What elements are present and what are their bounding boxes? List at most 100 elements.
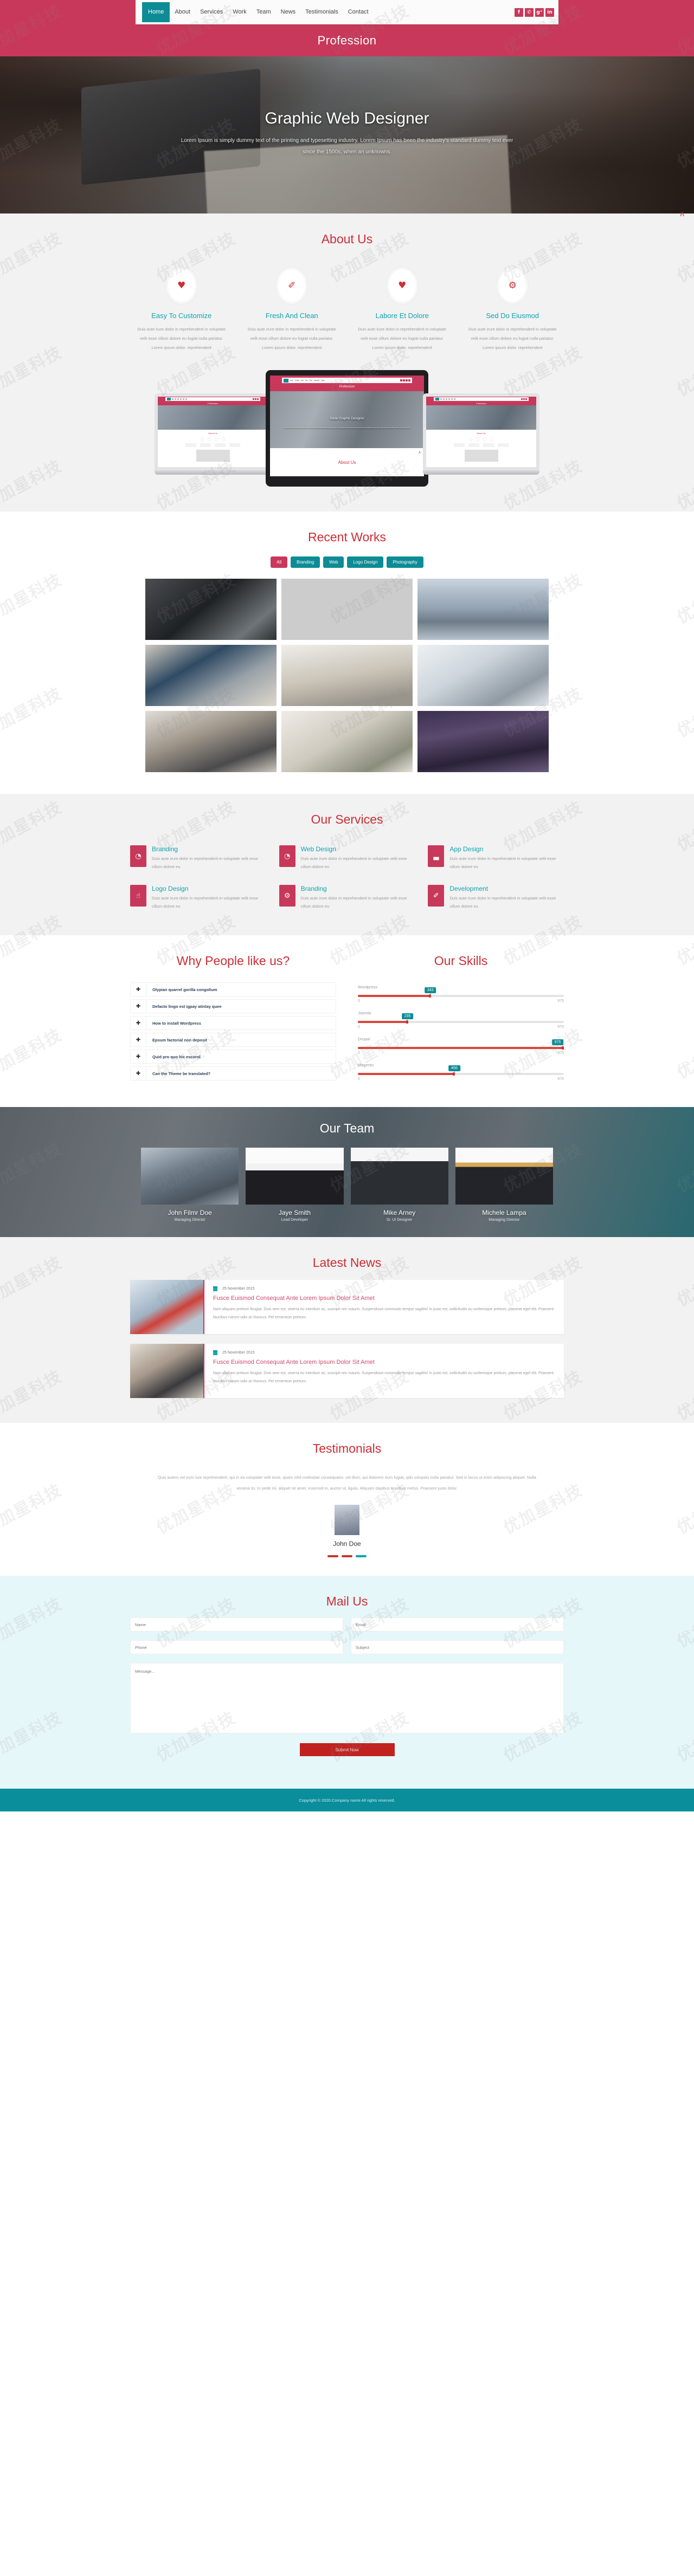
faq-label: Epsum factorial non deposit [146, 1033, 336, 1046]
submit-button[interactable]: Submit Now [299, 1743, 395, 1756]
faq-item[interactable]: ✚ Olypian quarrel gorilla congolium [130, 982, 336, 996]
filter-branding[interactable]: Branding [291, 556, 320, 568]
nav-item-news[interactable]: News [276, 0, 301, 24]
clock-icon: ◔ [279, 845, 295, 867]
news-post[interactable]: 25 November 2015 Fusce Euismod Consequat… [130, 1280, 564, 1334]
recent-works-section: Recent Works All Branding Web Logo Desig… [0, 512, 694, 794]
facebook-icon[interactable]: f [515, 8, 523, 17]
faq-item[interactable]: ✚ Quid pro quo hic escorol [130, 1050, 336, 1064]
team-member-role: Managing Director [489, 1218, 520, 1222]
service-text: Duis aute irure dolor in reprehenderit i… [152, 856, 258, 869]
skill-max: 975 [557, 999, 564, 1003]
filter-web[interactable]: Web [323, 556, 344, 568]
nav-item-testimonials[interactable]: Testimonials [300, 0, 343, 24]
work-item-office-desks[interactable] [281, 645, 413, 706]
team-section: Our Team John Filmr Doe Managing Directo… [0, 1107, 694, 1237]
faq-item[interactable]: ✚ Defacto lingo est igpay atinlay quee [130, 999, 336, 1013]
skill-track[interactable]: 975 [358, 1039, 564, 1050]
icon-glyph: ♥ [398, 280, 407, 291]
about-section: ʌ About Us ♥ Easy To Customize Duis aute… [0, 210, 694, 512]
skill-max: 975 [557, 1025, 564, 1029]
skill-row: Joomla 235 0 975 [358, 1011, 564, 1029]
nav-item-about[interactable]: About [170, 0, 195, 24]
icon-glyph: ◔ [135, 852, 142, 860]
pagination-dot-2[interactable] [342, 1555, 352, 1557]
pagination-dot-3[interactable] [356, 1555, 367, 1557]
woman-glasses-photo [246, 1148, 344, 1205]
work-item-laptop-notebook[interactable] [145, 645, 277, 706]
works-title: Recent Works [307, 530, 386, 544]
service-text: Duis aute irure dolor in reprehenderit i… [449, 856, 556, 869]
copyright-text: Copyright © 2020.Company name All rights… [299, 1797, 395, 1803]
mockup-hero-title: Made Graphic Designer [330, 417, 364, 421]
news-post-title[interactable]: Fusce Euismod Consequat Ante Lorem Ipsum… [213, 1295, 555, 1302]
service-text: Duis aute irure dolor in reprehenderit i… [449, 896, 556, 909]
calendar-icon [213, 1350, 217, 1355]
work-item-plant-desk[interactable] [281, 711, 413, 772]
icon-glyph: ▃ [433, 852, 439, 860]
about-card-text: Duis aute irure dolor in reprehenderit i… [137, 327, 226, 350]
nav-item-home[interactable]: Home [142, 2, 170, 22]
scroll-to-top-icon[interactable]: ʌ [680, 210, 684, 218]
social-links: f ✆ g⁺ in [515, 8, 554, 17]
work-item-woman-laptop[interactable] [417, 645, 549, 706]
landing-page: Home About Services Work Team News Testi… [0, 0, 694, 1811]
skill-value: 456 [448, 1065, 460, 1072]
why-title: Why People like us? [176, 954, 290, 968]
faq-item[interactable]: ✚ Can the Theme be translated? [130, 1066, 336, 1080]
skill-label: Wordpress [358, 985, 378, 989]
services-section: Our Services ◔ Branding Duis aute irure … [0, 794, 694, 935]
google-plus-icon[interactable]: g⁺ [535, 8, 544, 17]
thumbs-up-icon: ☝ [130, 885, 146, 907]
skill-track[interactable]: 235 [358, 1013, 564, 1024]
mockup-section-center: About Us [338, 460, 356, 465]
filter-all[interactable]: All [271, 556, 288, 568]
latest-news-section: Latest News 25 November 2015 Fusce Euism… [0, 1237, 694, 1423]
about-card-title: Easy To Customize [151, 312, 212, 320]
team-member-role: Lead Developer [281, 1218, 309, 1222]
nav-item-contact[interactable]: Contact [343, 0, 374, 24]
skill-track[interactable]: 343 [358, 987, 564, 998]
email-field[interactable] [351, 1617, 564, 1632]
skill-min: 0 [358, 1077, 360, 1081]
filter-photography[interactable]: Photography [387, 556, 423, 568]
pagination-dot-1[interactable] [327, 1555, 338, 1557]
name-field[interactable] [130, 1617, 343, 1632]
phone-field[interactable] [130, 1640, 343, 1654]
plus-icon: ✚ [136, 1070, 141, 1077]
plus-icon: ✚ [136, 986, 141, 993]
work-item-night-city[interactable] [417, 711, 549, 772]
team-title: Our Team [319, 1121, 375, 1135]
news-title: Latest News [312, 1255, 382, 1270]
linkedin-icon[interactable]: in [545, 8, 554, 17]
subject-field[interactable] [351, 1640, 564, 1654]
skill-row: Wordpress 343 0 975 [358, 985, 564, 1003]
page-footer: Copyright © 2020.Company name All rights… [0, 1789, 694, 1811]
skill-label: Magento [358, 1063, 374, 1067]
work-item-city-skyline[interactable] [417, 579, 549, 640]
faq-item[interactable]: ✚ Epsum factorial non deposit [130, 1033, 336, 1047]
work-item-car-dashboard[interactable] [145, 579, 277, 640]
testimonial-quote: Quis autem vel eum iure reprehenderit, q… [158, 1475, 536, 1491]
skill-track[interactable]: 456 [358, 1065, 564, 1076]
service-title: Development [449, 885, 489, 892]
news-post-title[interactable]: Fusce Euismod Consequat Ante Lorem Ipsum… [213, 1359, 555, 1365]
services-grid: ◔ Branding Duis aute irure dolor in repr… [130, 845, 564, 910]
message-field[interactable] [130, 1663, 564, 1733]
news-date: 25 November 2015 [222, 1287, 255, 1291]
work-item-man-working[interactable] [145, 711, 277, 772]
mockup-section-left: About Us [208, 432, 217, 435]
nav-item-team[interactable]: Team [252, 0, 276, 24]
leaf-icon: ✐ [428, 885, 445, 907]
nav-item-work[interactable]: Work [228, 0, 251, 24]
work-item-tablet-desk[interactable] [281, 579, 413, 640]
service-title: Branding [300, 885, 327, 892]
team-member: Jaye Smith Lead Developer [246, 1148, 344, 1222]
faq-item[interactable]: ✚ How to install Wordpress [130, 1016, 336, 1030]
skill-row: Magento 456 0 975 [358, 1063, 564, 1081]
man-suit-photo [141, 1148, 239, 1205]
twitter-icon[interactable]: ✆ [525, 8, 534, 17]
news-post[interactable]: 25 November 2015 Fusce Euismod Consequat… [130, 1344, 564, 1398]
filter-logo-design[interactable]: Logo Design [347, 556, 384, 568]
nav-item-services[interactable]: Services [195, 0, 228, 24]
